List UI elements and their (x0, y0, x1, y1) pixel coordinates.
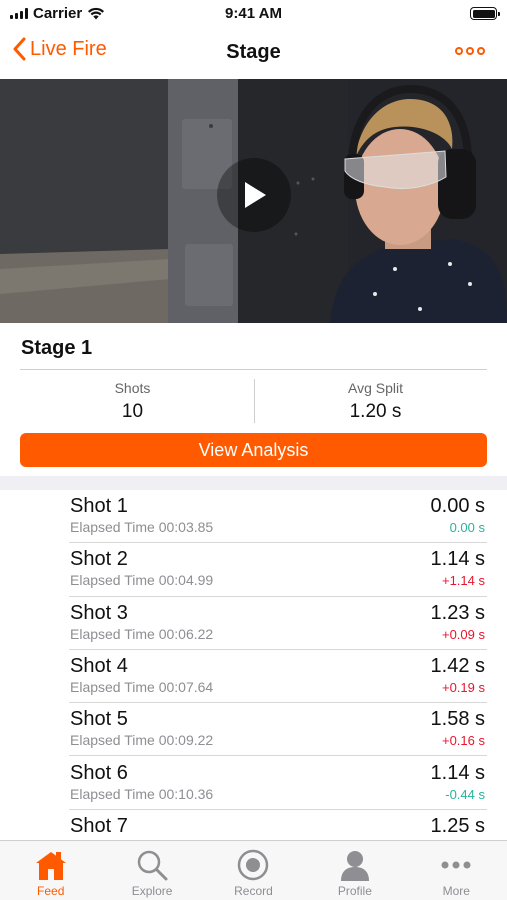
shot-row[interactable]: Shot 5 Elapsed Time 00:09.22 1.58 s +0.1… (69, 703, 487, 757)
shot-name: Shot 1 (70, 495, 128, 517)
more-dots-icon (441, 861, 471, 869)
shot-elapsed: Elapsed Time 00:04.99 (70, 572, 214, 589)
shot-row[interactable]: Shot 7 1.25 s (69, 810, 487, 840)
shot-time: 1.42 s (430, 654, 485, 677)
play-button[interactable] (217, 158, 291, 232)
shot-elapsed: Elapsed Time 00:09.22 (70, 732, 214, 749)
shot-elapsed: Elapsed Time 00:03.85 (70, 519, 214, 535)
shot-time: 0.00 s (430, 495, 485, 517)
shot-split: -0.44 s (445, 786, 485, 802)
more-options-button[interactable] (455, 47, 485, 55)
shot-time: 1.14 s (430, 761, 485, 784)
divider (20, 369, 487, 370)
dot-icon (477, 47, 485, 55)
tab-label: Profile (337, 884, 372, 898)
shot-name: Shot 2 (70, 548, 128, 571)
tab-record[interactable]: Record (203, 841, 304, 900)
stage-title: Stage 1 (21, 337, 93, 359)
shot-list[interactable]: Shot 1 Elapsed Time 00:03.85 0.00 s 0.00… (0, 490, 507, 840)
dot-icon (466, 47, 474, 55)
stat-divider (254, 379, 255, 423)
shots-stat: Shots 10 (16, 380, 249, 423)
tab-profile[interactable]: Profile (304, 841, 405, 900)
play-icon (245, 182, 266, 208)
profile-icon (340, 851, 369, 881)
shot-name: Shot 3 (70, 601, 128, 624)
shot-time: 1.14 s (430, 548, 485, 571)
shot-split: 0.00 s (449, 520, 485, 535)
video-player[interactable] (0, 79, 507, 323)
tab-feed[interactable]: Feed (0, 841, 101, 900)
tab-label: Feed (37, 884, 65, 898)
shots-value: 10 (121, 401, 144, 422)
shot-elapsed: Elapsed Time 00:06.22 (70, 625, 214, 642)
house-icon (35, 852, 66, 880)
tab-label: Record (234, 884, 273, 898)
avg-split-stat: Avg Split 1.20 s (259, 380, 492, 423)
shot-row[interactable]: Shot 3 Elapsed Time 00:06.22 1.23 s +0.0… (69, 597, 487, 650)
tab-more[interactable]: More (406, 841, 507, 900)
shot-time: 1.58 s (430, 708, 485, 731)
tab-explore[interactable]: Explore (101, 841, 202, 900)
shot-elapsed: Elapsed Time 00:07.64 (70, 678, 214, 695)
view-analysis-button[interactable]: View Analysis (20, 433, 487, 467)
tab-bar: Feed Explore Record Profile More (0, 840, 507, 900)
shot-name: Shot 6 (70, 761, 128, 784)
shots-label: Shots (114, 380, 151, 396)
shot-time: 1.25 s (430, 814, 485, 837)
avg-split-label: Avg Split (348, 380, 403, 396)
search-icon (137, 850, 168, 881)
shot-name: Shot 5 (70, 708, 128, 731)
shot-time: 1.23 s (430, 601, 485, 624)
shot-name: Shot 4 (70, 654, 128, 677)
stage-summary: Stage 1 Shots 10 Avg Split 1.20 s View A… (0, 323, 507, 491)
section-separator (0, 476, 507, 490)
shot-split: +0.16 s (441, 733, 485, 749)
page-title: Stage (226, 41, 281, 63)
avg-split-value: 1.20 s (349, 401, 402, 422)
shot-row[interactable]: Shot 6 Elapsed Time 00:10.36 1.14 s -0.4… (69, 757, 487, 810)
shot-split: +0.09 s (441, 626, 485, 642)
shot-row[interactable]: Shot 4 Elapsed Time 00:07.64 1.42 s +0.1… (69, 650, 487, 704)
shot-elapsed: Elapsed Time 00:10.36 (70, 785, 214, 802)
shot-name: Shot 7 (70, 814, 128, 837)
shot-split: +0.19 s (441, 679, 485, 695)
tab-label: Explore (131, 884, 173, 898)
shot-row[interactable]: Shot 1 Elapsed Time 00:03.85 0.00 s 0.00… (69, 490, 487, 544)
tab-label: More (442, 884, 470, 898)
dot-icon (455, 47, 463, 55)
record-icon (238, 849, 269, 881)
battery-icon (470, 7, 500, 20)
shot-split: +1.14 s (441, 573, 485, 589)
status-bar: Carrier 9:41 AM (0, 0, 507, 28)
status-time: 9:41 AM (225, 5, 282, 22)
nav-bar: Live Fire Stage (0, 28, 507, 78)
shot-row[interactable]: Shot 2 Elapsed Time 00:04.99 1.14 s +1.1… (69, 543, 487, 597)
